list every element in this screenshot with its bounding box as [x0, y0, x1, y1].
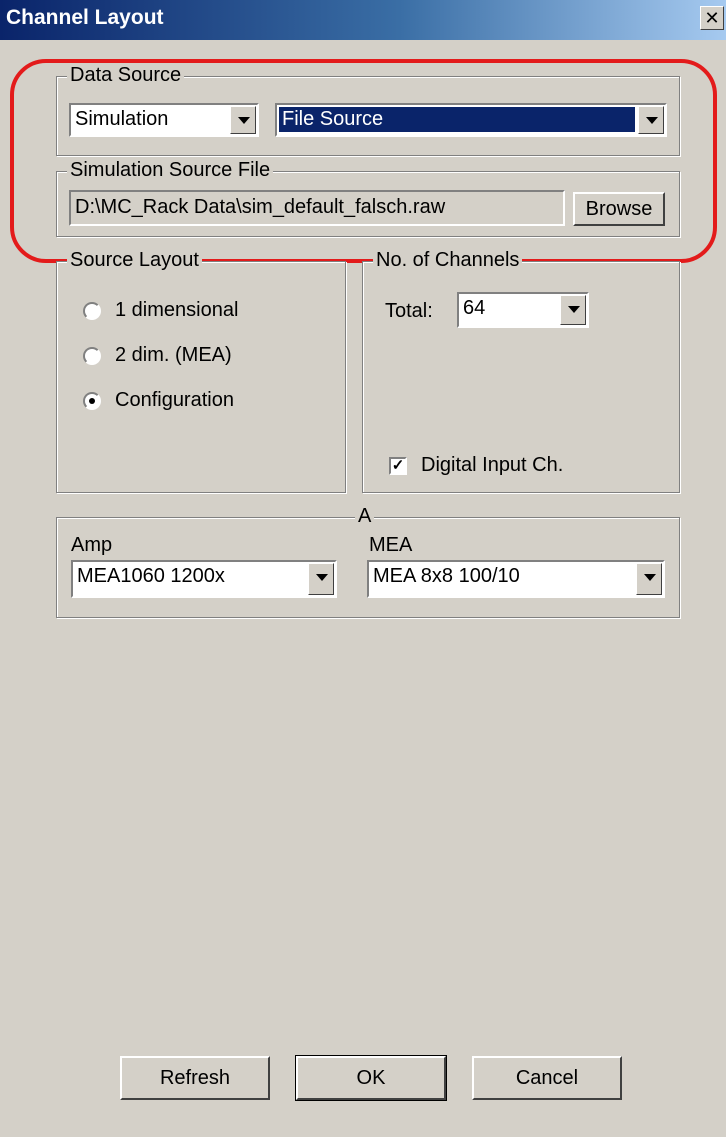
close-button[interactable]: ✕: [700, 6, 724, 30]
amp-select-value: MEA1060 1200x: [77, 565, 225, 587]
chevron-down-icon[interactable]: [636, 563, 662, 595]
amp-group-label: A: [355, 505, 375, 528]
radio-configuration-label: Configuration: [115, 389, 234, 411]
total-channels-value: 64: [463, 297, 486, 319]
source-layout-label: Source Layout: [67, 249, 202, 272]
browse-button-label: Browse: [585, 198, 653, 220]
amp-select[interactable]: MEA1060 1200x: [71, 560, 337, 598]
radio-configuration[interactable]: [83, 392, 101, 410]
browse-button[interactable]: Browse: [573, 192, 665, 226]
refresh-button[interactable]: Refresh: [120, 1056, 270, 1100]
chevron-down-icon[interactable]: [230, 106, 256, 134]
channels-label: No. of Channels: [373, 249, 523, 272]
dialog-body: Data Source Simulation File Source Simul…: [0, 40, 726, 1137]
window-title: Channel Layout: [6, 6, 164, 29]
source-select[interactable]: File Source: [275, 103, 667, 137]
total-channels-select[interactable]: 64: [457, 292, 589, 328]
simulation-file-group: Simulation Source File D:\MC_Rack Data\s…: [56, 159, 680, 237]
radio-2-dim-mea[interactable]: [83, 347, 101, 365]
title-bar: Channel Layout ✕: [0, 0, 726, 40]
amp-mea-group: A Amp MEA1060 1200x MEA MEA 8x8 100/10: [56, 505, 680, 618]
refresh-button-label: Refresh: [159, 1067, 231, 1089]
amp-label: Amp: [71, 534, 113, 556]
source-select-value: File Source: [279, 107, 635, 132]
data-source-group: Data Source Simulation File Source: [56, 64, 680, 156]
ok-button-label: OK: [356, 1067, 386, 1089]
mea-label: MEA: [369, 534, 413, 556]
chevron-down-icon[interactable]: [308, 563, 334, 595]
file-path-field[interactable]: D:\MC_Rack Data\sim_default_falsch.raw: [69, 190, 565, 226]
digital-input-checkbox[interactable]: ✓: [389, 457, 407, 475]
radio-2-dim-mea-label: 2 dim. (MEA): [115, 344, 232, 366]
ok-button[interactable]: OK: [295, 1055, 447, 1101]
channels-group: No. of Channels Total: 64 ✓ Digital Inpu…: [362, 249, 680, 493]
data-source-label: Data Source: [67, 64, 185, 87]
cancel-button[interactable]: Cancel: [472, 1056, 622, 1100]
digital-input-label: Digital Input Ch.: [421, 454, 564, 476]
simulation-file-label: Simulation Source File: [67, 159, 274, 182]
cancel-button-label: Cancel: [515, 1067, 579, 1089]
mode-select[interactable]: Simulation: [69, 103, 259, 137]
mea-select[interactable]: MEA 8x8 100/10: [367, 560, 665, 598]
total-label: Total:: [385, 300, 433, 322]
close-icon: ✕: [704, 8, 720, 28]
mea-select-value: MEA 8x8 100/10: [373, 565, 520, 587]
radio-1-dimensional[interactable]: [83, 302, 101, 320]
chevron-down-icon[interactable]: [560, 295, 586, 325]
file-path-value: D:\MC_Rack Data\sim_default_falsch.raw: [75, 196, 446, 218]
source-layout-group: Source Layout 1 dimensional 2 dim. (MEA)…: [56, 249, 346, 493]
chevron-down-icon[interactable]: [638, 106, 664, 134]
radio-1-dimensional-label: 1 dimensional: [115, 299, 239, 321]
mode-select-value: Simulation: [75, 108, 169, 130]
